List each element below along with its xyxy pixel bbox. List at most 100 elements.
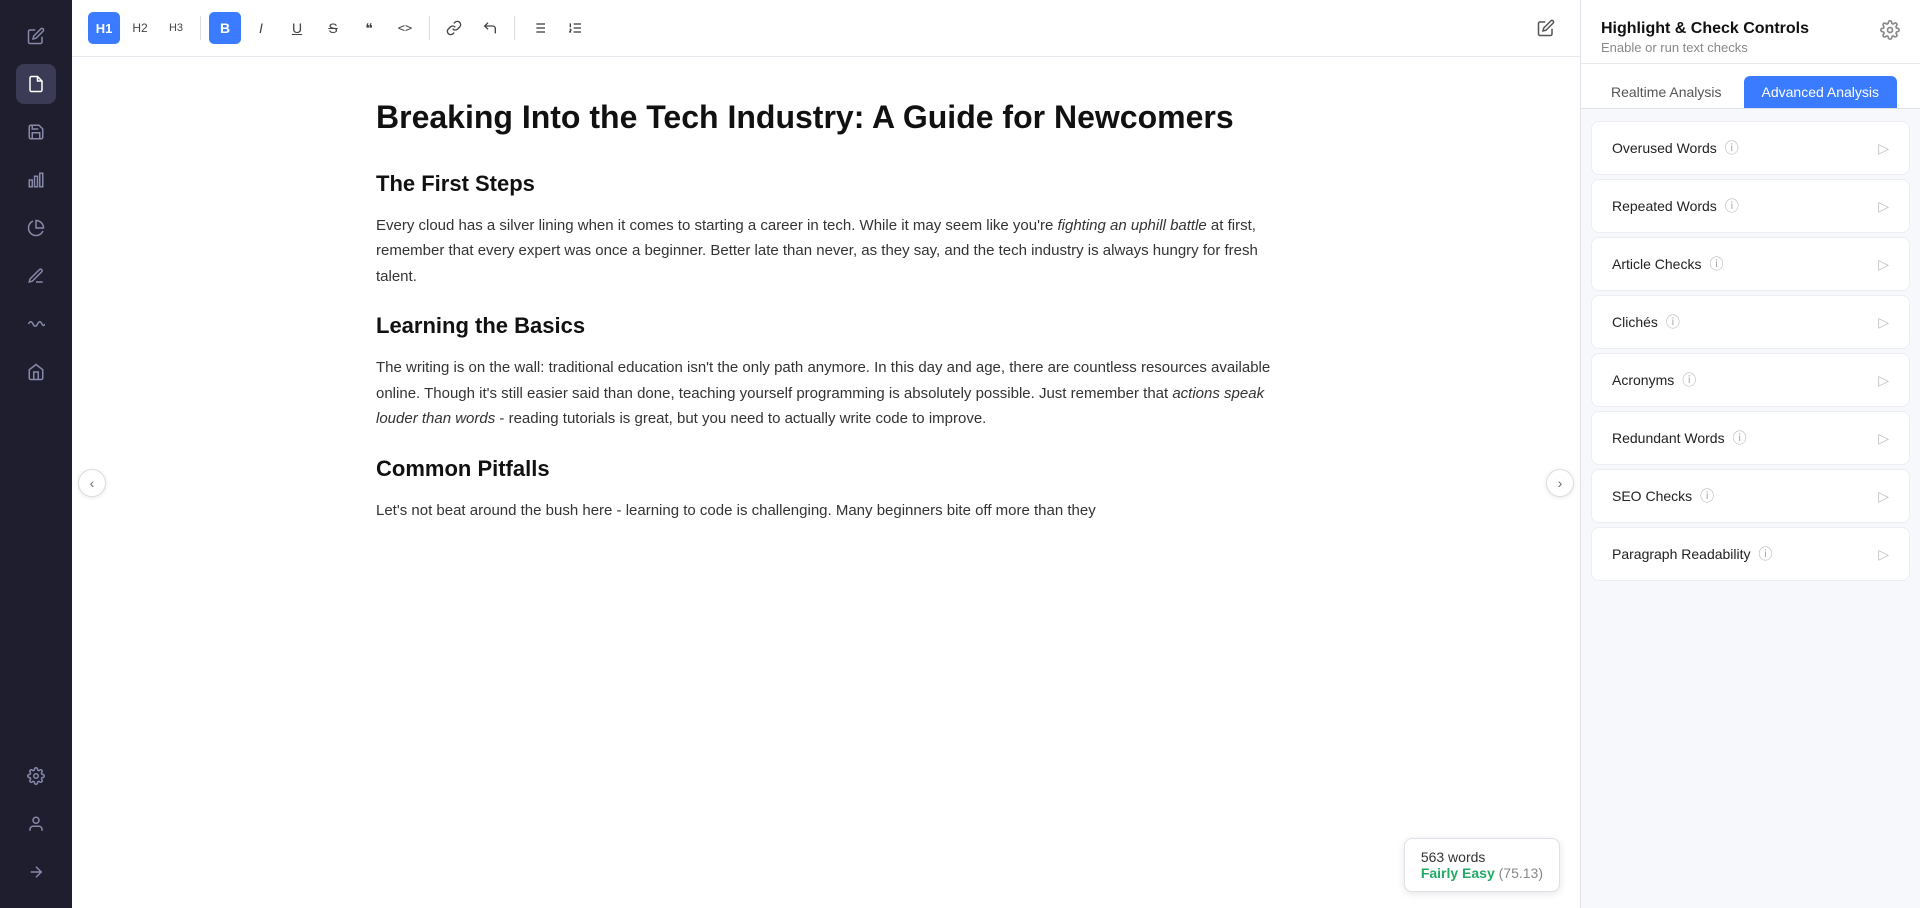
check-item-article-checks-info[interactable]: ⓘ (1709, 254, 1723, 274)
reading-level: Fairly Easy (75.13) (1421, 865, 1543, 881)
check-item-seo-checks-left: SEO Checks ⓘ (1612, 486, 1714, 506)
sidebar-icon-edit[interactable] (16, 16, 56, 56)
sidebar-icon-chart-pie[interactable] (16, 208, 56, 248)
tab-realtime-analysis[interactable]: Realtime Analysis (1593, 76, 1740, 108)
sidebar (0, 0, 72, 908)
tab-advanced-analysis[interactable]: Advanced Analysis (1744, 76, 1898, 108)
section-1-text-before: Every cloud has a silver lining when it … (376, 217, 1057, 234)
check-item-cliches-left: Clichés ⓘ (1612, 312, 1680, 332)
section-1-paragraph: Every cloud has a silver lining when it … (376, 213, 1276, 290)
list-bullet-button[interactable] (523, 12, 555, 44)
check-item-redundant-words-left: Redundant Words ⓘ (1612, 428, 1747, 448)
section-1-italic: fighting an uphill battle (1057, 217, 1206, 234)
check-item-cliches-label: Clichés (1612, 314, 1658, 330)
heading2-button[interactable]: H2 (124, 12, 156, 44)
code-button[interactable]: <> (389, 12, 421, 44)
panel-header: Highlight & Check Controls Enable or run… (1581, 0, 1920, 64)
section-2-text-after: - reading tutorials is great, but you ne… (495, 410, 986, 427)
editor-toolbar: H1 H2 H3 B I U S ❝ <> (72, 0, 1580, 57)
word-count-badge: 563 words Fairly Easy (75.13) (1404, 838, 1560, 892)
check-item-article-checks-left: Article Checks ⓘ (1612, 254, 1723, 274)
heading1-button[interactable]: H1 (88, 12, 120, 44)
heading3-button[interactable]: H3 (160, 12, 192, 44)
check-item-seo-checks-arrow[interactable]: ▷ (1878, 488, 1889, 505)
section-heading-1: The First Steps (376, 171, 1276, 197)
toolbar-divider-1 (200, 16, 201, 40)
check-item-paragraph-readability-arrow[interactable]: ▷ (1878, 546, 1889, 563)
check-item-overused-words[interactable]: Overused Words ⓘ ▷ (1591, 121, 1910, 175)
sidebar-icon-home[interactable] (16, 352, 56, 392)
check-item-article-checks[interactable]: Article Checks ⓘ ▷ (1591, 237, 1910, 291)
check-item-redundant-words-label: Redundant Words (1612, 430, 1725, 446)
strikethrough-button[interactable]: S (317, 12, 349, 44)
sidebar-icon-document[interactable] (16, 64, 56, 104)
link-button[interactable] (438, 12, 470, 44)
check-item-overused-words-arrow[interactable]: ▷ (1878, 140, 1889, 157)
editor-main: H1 H2 H3 B I U S ❝ <> ‹ › (72, 0, 1580, 908)
check-item-acronyms[interactable]: Acronyms ⓘ ▷ (1591, 353, 1910, 407)
check-item-repeated-words-info[interactable]: ⓘ (1725, 196, 1739, 216)
section-2-text-before: The writing is on the wall: traditional … (376, 359, 1270, 402)
check-item-redundant-words-info[interactable]: ⓘ (1733, 428, 1747, 448)
panel-header-text: Highlight & Check Controls Enable or run… (1601, 20, 1809, 55)
panel-gear-icon[interactable] (1880, 20, 1900, 45)
right-panel: Highlight & Check Controls Enable or run… (1580, 0, 1920, 908)
sidebar-icon-user[interactable] (16, 804, 56, 844)
check-item-overused-words-left: Overused Words ⓘ (1612, 138, 1739, 158)
checks-list: Overused Words ⓘ ▷ Repeated Words ⓘ ▷ Ar… (1581, 109, 1920, 908)
section-heading-2: Learning the Basics (376, 313, 1276, 339)
toolbar-divider-3 (514, 16, 515, 40)
sidebar-icon-marker[interactable] (16, 256, 56, 296)
check-item-acronyms-left: Acronyms ⓘ (1612, 370, 1696, 390)
list-ordered-button[interactable] (559, 12, 591, 44)
check-item-overused-words-info[interactable]: ⓘ (1725, 138, 1739, 158)
section-3-text-plain: Let's not beat around the bush here - le… (376, 502, 1096, 519)
italic-button[interactable]: I (245, 12, 277, 44)
check-item-cliches-info[interactable]: ⓘ (1666, 312, 1680, 332)
check-item-article-checks-arrow[interactable]: ▷ (1878, 256, 1889, 273)
check-item-acronyms-arrow[interactable]: ▷ (1878, 372, 1889, 389)
pencil-edit-button[interactable] (1528, 10, 1564, 46)
check-item-seo-checks-info[interactable]: ⓘ (1700, 486, 1714, 506)
check-item-acronyms-label: Acronyms (1612, 372, 1674, 388)
check-item-paragraph-readability-info[interactable]: ⓘ (1759, 544, 1773, 564)
section-heading-3: Common Pitfalls (376, 456, 1276, 482)
reading-level-label: Fairly Easy (1421, 865, 1495, 881)
check-item-repeated-words-label: Repeated Words (1612, 198, 1717, 214)
section-2-paragraph: The writing is on the wall: traditional … (376, 355, 1276, 432)
sidebar-icon-arrow-right[interactable] (16, 852, 56, 892)
word-count-number: 563 words (1421, 849, 1543, 865)
check-item-repeated-words-left: Repeated Words ⓘ (1612, 196, 1739, 216)
nav-arrow-right[interactable]: › (1546, 469, 1574, 497)
check-item-redundant-words[interactable]: Redundant Words ⓘ ▷ (1591, 411, 1910, 465)
sidebar-icon-save[interactable] (16, 112, 56, 152)
panel-title: Highlight & Check Controls (1601, 20, 1809, 38)
check-item-repeated-words[interactable]: Repeated Words ⓘ ▷ (1591, 179, 1910, 233)
check-item-article-checks-label: Article Checks (1612, 256, 1701, 272)
quote-button[interactable]: ❝ (353, 12, 385, 44)
check-item-overused-words-label: Overused Words (1612, 140, 1717, 156)
check-item-paragraph-readability[interactable]: Paragraph Readability ⓘ ▷ (1591, 527, 1910, 581)
sidebar-icon-wave[interactable] (16, 304, 56, 344)
section-3-paragraph: Let's not beat around the bush here - le… (376, 498, 1276, 524)
check-item-seo-checks[interactable]: SEO Checks ⓘ ▷ (1591, 469, 1910, 523)
panel-tabs: Realtime Analysis Advanced Analysis (1581, 64, 1920, 109)
check-item-paragraph-readability-label: Paragraph Readability (1612, 546, 1751, 562)
panel-subtitle: Enable or run text checks (1601, 40, 1809, 55)
check-item-cliches[interactable]: Clichés ⓘ ▷ (1591, 295, 1910, 349)
sidebar-icon-chart-bar[interactable] (16, 160, 56, 200)
undo-button[interactable] (474, 12, 506, 44)
check-item-repeated-words-arrow[interactable]: ▷ (1878, 198, 1889, 215)
check-item-acronyms-info[interactable]: ⓘ (1682, 370, 1696, 390)
check-item-cliches-arrow[interactable]: ▷ (1878, 314, 1889, 331)
underline-button[interactable]: U (281, 12, 313, 44)
check-item-paragraph-readability-left: Paragraph Readability ⓘ (1612, 544, 1773, 564)
check-item-seo-checks-label: SEO Checks (1612, 488, 1692, 504)
toolbar-divider-2 (429, 16, 430, 40)
editor-content-area[interactable]: ‹ › Breaking Into the Tech Industry: A G… (72, 57, 1580, 908)
check-item-redundant-words-arrow[interactable]: ▷ (1878, 430, 1889, 447)
article-title[interactable]: Breaking Into the Tech Industry: A Guide… (376, 97, 1276, 139)
nav-arrow-left[interactable]: ‹ (78, 469, 106, 497)
bold-button[interactable]: B (209, 12, 241, 44)
sidebar-icon-settings[interactable] (16, 756, 56, 796)
